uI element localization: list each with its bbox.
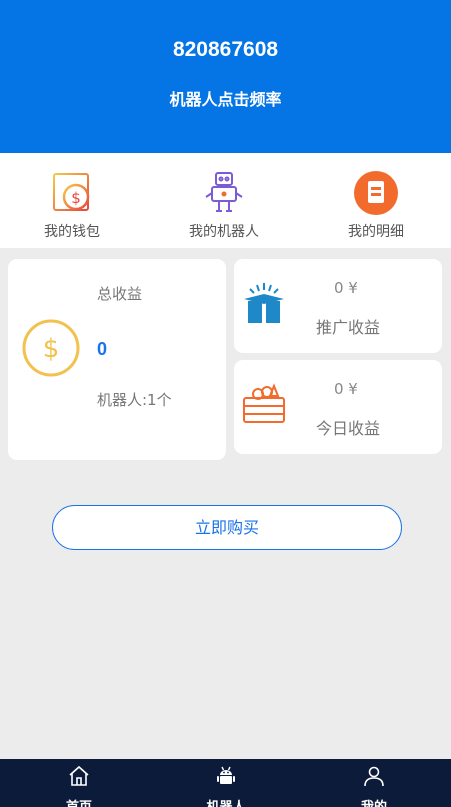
details-icon — [354, 171, 398, 215]
android-icon — [217, 766, 235, 784]
total-earnings-value: 0 — [97, 339, 108, 359]
quick-actions: $ 我的钱包 我的机器人 我的明细 — [0, 153, 451, 248]
quick-item-label: 我的钱包 — [44, 224, 100, 240]
buy-now-button[interactable]: 立即购买 — [52, 505, 402, 550]
quick-item-label: 我的机器人 — [189, 224, 259, 240]
total-earnings-label: 总收益 — [97, 285, 143, 303]
crate-icon — [243, 383, 285, 423]
profile-header: 820867608 机器人点击频率 — [0, 0, 451, 153]
quick-item-robot[interactable]: 我的机器人 — [164, 169, 284, 241]
svg-text:$: $ — [43, 334, 60, 364]
promo-earnings-label: 推广收益 — [316, 318, 381, 337]
user-icon — [364, 766, 384, 787]
bottom-tab-bar: 首页 机器人 我的 — [0, 759, 451, 807]
gift-box-icon — [244, 283, 284, 323]
quick-item-details[interactable]: 我的明细 — [316, 169, 436, 241]
user-id: 820867608 — [172, 38, 279, 61]
quick-item-wallet[interactable]: $ 我的钱包 — [12, 169, 132, 241]
header-subtitle[interactable]: 机器人点击频率 — [0, 86, 451, 110]
promo-earnings-card: 0 ¥ 推广收益 — [234, 259, 442, 353]
home-icon — [69, 765, 89, 786]
robot-count: 机器人:1个 — [97, 391, 172, 409]
promo-earnings-value: 0 ¥ — [334, 279, 358, 297]
tab-mine[interactable]: 我的 — [324, 764, 424, 807]
tab-label: 机器人 — [176, 796, 276, 807]
tab-home[interactable]: 首页 — [29, 764, 129, 807]
robot-icon — [205, 172, 243, 212]
today-earnings-card: 0 ¥ 今日收益 — [234, 360, 442, 454]
svg-text:$: $ — [71, 189, 81, 207]
tab-robot[interactable]: 机器人 — [176, 764, 276, 807]
today-earnings-value: 0 ¥ — [334, 380, 358, 398]
wallet-icon: $ — [53, 173, 90, 211]
tab-label: 首页 — [29, 796, 129, 807]
coin-icon: $ — [22, 319, 80, 377]
total-earnings-card: $ 总收益 0 机器人:1个 — [8, 259, 226, 460]
quick-item-label: 我的明细 — [348, 224, 404, 240]
today-earnings-label: 今日收益 — [316, 419, 381, 438]
tab-label: 我的 — [324, 796, 424, 807]
